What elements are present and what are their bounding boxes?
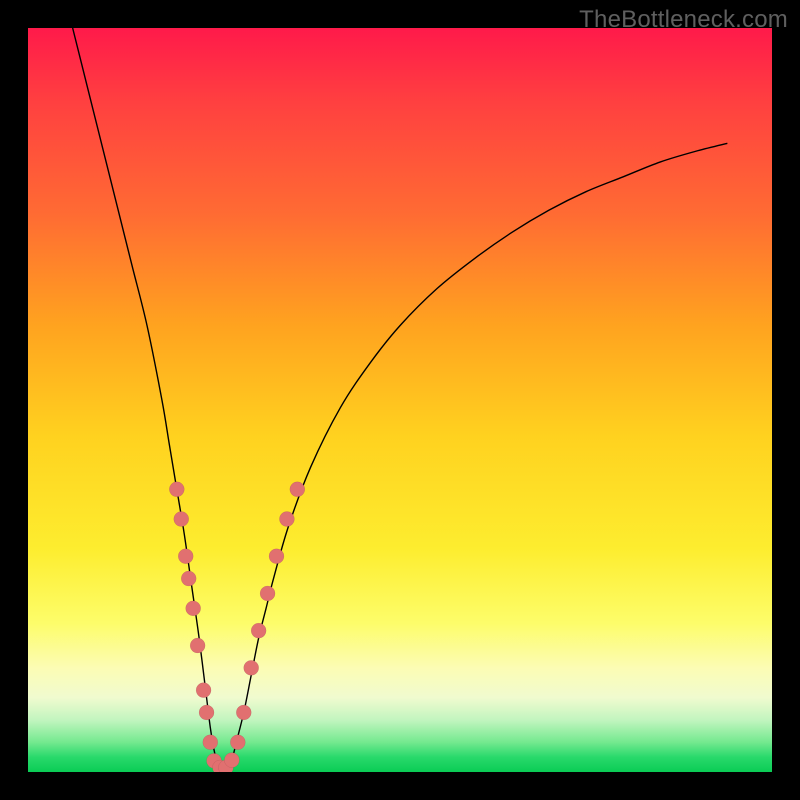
data-point xyxy=(196,683,211,698)
data-point xyxy=(178,549,193,564)
data-point xyxy=(186,601,201,616)
data-point xyxy=(199,705,214,720)
data-points xyxy=(169,482,305,772)
plot-area xyxy=(28,28,772,772)
watermark-text: TheBottleneck.com xyxy=(579,6,788,34)
data-point xyxy=(230,735,245,750)
data-point xyxy=(169,482,184,497)
data-point xyxy=(203,735,218,750)
data-point xyxy=(260,586,275,601)
data-point xyxy=(174,512,189,527)
data-point xyxy=(290,482,305,497)
data-point xyxy=(251,623,266,638)
data-point xyxy=(224,753,239,768)
data-point xyxy=(236,705,251,720)
chart-container: TheBottleneck.com xyxy=(0,0,800,800)
data-point xyxy=(279,512,294,527)
data-point xyxy=(244,660,259,675)
data-point xyxy=(181,571,196,586)
curve-layer xyxy=(28,28,772,772)
bottleneck-curve xyxy=(73,28,728,769)
data-point xyxy=(190,638,205,653)
data-point xyxy=(269,549,284,564)
